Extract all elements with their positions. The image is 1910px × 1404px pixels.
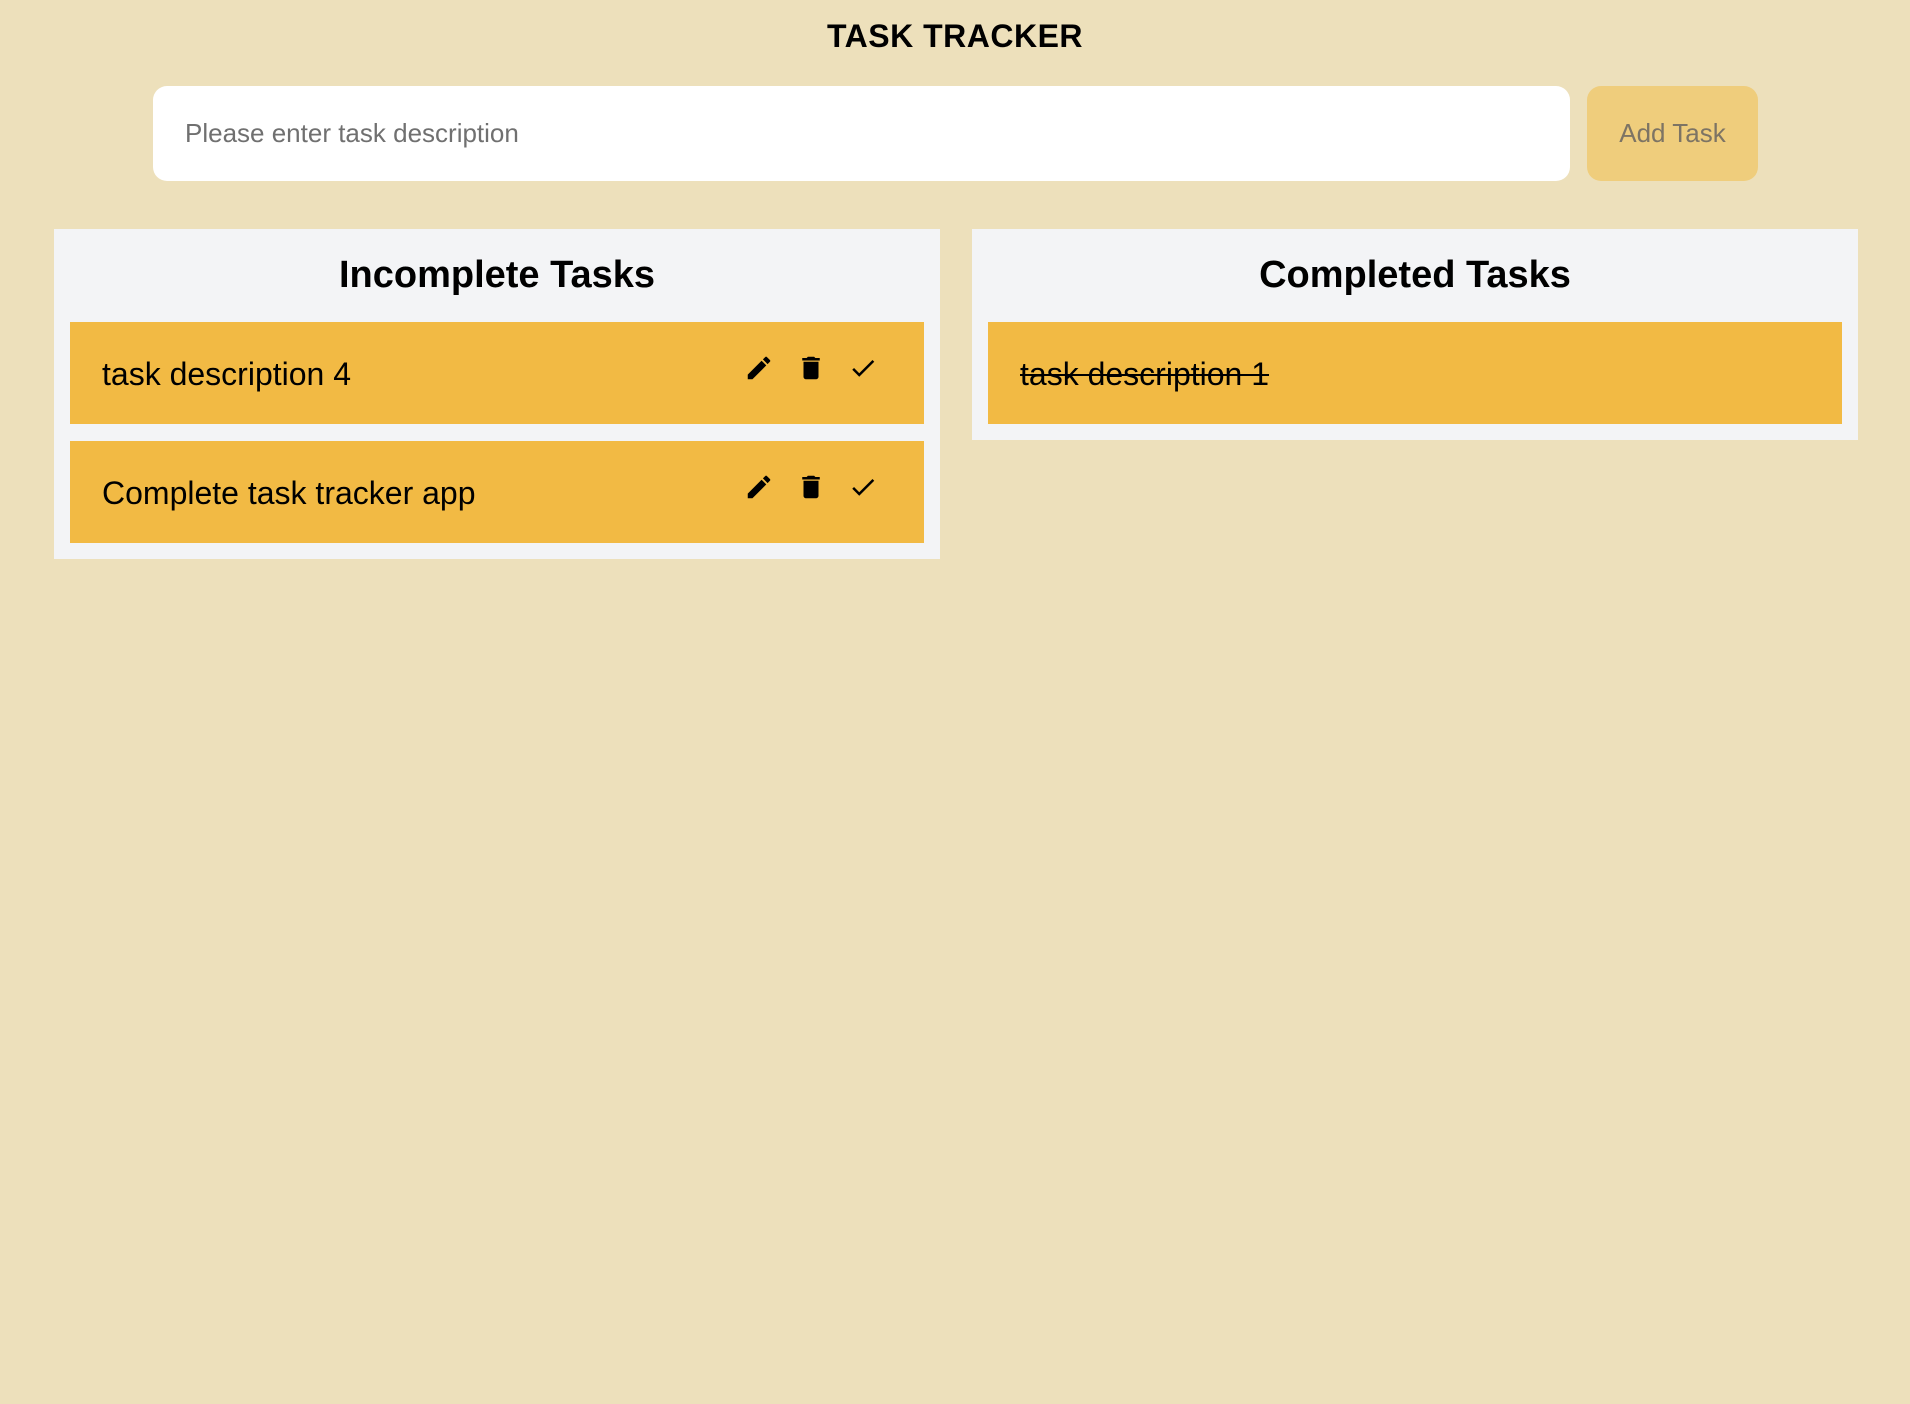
check-icon[interactable] <box>848 472 878 502</box>
pencil-icon[interactable] <box>744 472 774 502</box>
trash-icon[interactable] <box>796 353 826 383</box>
incomplete-task-list: task description 4 Complete task tracker… <box>70 322 924 543</box>
completed-task-list: task description 1 <box>988 322 1842 424</box>
completed-task-text: task description 1 <box>1020 356 1270 392</box>
check-icon[interactable] <box>848 353 878 383</box>
add-task-button[interactable]: Add Task <box>1587 86 1758 181</box>
pencil-icon[interactable] <box>744 353 774 383</box>
task-item: Complete task tracker app <box>70 441 924 543</box>
trash-icon[interactable] <box>796 472 826 502</box>
incomplete-tasks-panel: Incomplete Tasks task description 4 Comp… <box>54 229 940 559</box>
app-title: TASK TRACKER <box>826 18 1084 54</box>
task-text: Complete task tracker app <box>102 475 476 511</box>
task-description-input[interactable] <box>153 86 1570 181</box>
add-task-form: Add Task <box>153 86 1758 181</box>
task-item: task description 4 <box>70 322 924 424</box>
task-item: task description 1 <box>988 322 1842 424</box>
completed-tasks-panel: Completed Tasks task description 1 <box>972 229 1858 440</box>
task-actions <box>744 472 878 502</box>
task-actions <box>744 353 878 383</box>
completed-tasks-heading: Completed Tasks <box>1259 254 1571 296</box>
incomplete-tasks-heading: Incomplete Tasks <box>338 254 656 296</box>
task-text: task description 4 <box>102 356 352 392</box>
